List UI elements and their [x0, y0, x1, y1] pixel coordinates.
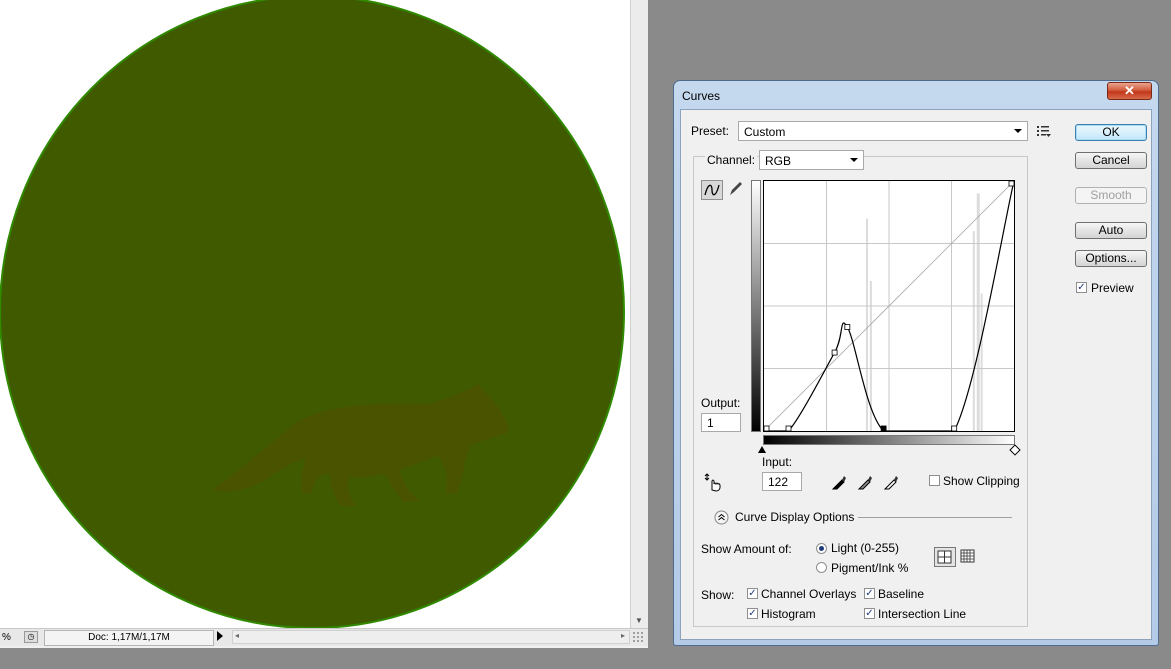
document-canvas[interactable] — [0, 0, 630, 628]
scroll-right-icon[interactable]: ▸ — [621, 631, 625, 640]
ok-button[interactable]: OK — [1075, 124, 1147, 141]
status-bar: % ◷ Doc: 1,17M/1,17M ◂ ▸ — [0, 628, 648, 646]
options-button[interactable]: Options... — [1075, 250, 1147, 267]
show-amount-label: Show Amount of: — [701, 542, 792, 556]
curve-control-point[interactable] — [880, 425, 887, 432]
preset-menu-icon[interactable] — [1036, 124, 1052, 138]
zoom-level[interactable]: % — [2, 632, 11, 643]
scroll-down-icon[interactable]: ▼ — [635, 616, 643, 625]
output-label: Output: — [701, 396, 741, 410]
channel-overlays-label[interactable]: Channel Overlays — [761, 587, 856, 601]
options-separator — [858, 517, 1012, 518]
baseline-label[interactable]: Baseline — [878, 587, 924, 601]
smooth-button: Smooth — [1075, 187, 1147, 204]
channel-overlays-checkbox[interactable]: ✓ — [747, 588, 758, 599]
preview-label[interactable]: Preview — [1091, 281, 1134, 295]
light-label[interactable]: Light (0-255) — [831, 541, 899, 555]
green-circle — [0, 0, 625, 628]
preview-checkbox[interactable]: ✓ — [1076, 282, 1087, 293]
histogram-bar — [976, 193, 980, 431]
horizontal-scrollbar[interactable]: ◂ ▸ — [232, 630, 630, 644]
curve-plot[interactable] — [763, 180, 1015, 432]
preset-value: Custom — [744, 125, 786, 139]
chevron-down-icon — [850, 158, 858, 162]
vertical-scrollbar[interactable]: ▼ — [630, 0, 648, 628]
detailed-grid-button[interactable] — [958, 547, 980, 567]
curve-control-point[interactable] — [951, 425, 958, 432]
gray-eyedropper-icon[interactable] — [855, 472, 875, 492]
pigment-label[interactable]: Pigment/Ink % — [831, 561, 908, 575]
curve-control-point[interactable] — [844, 324, 851, 330]
histogram-bar — [980, 293, 983, 431]
status-menu-arrow-icon[interactable] — [217, 631, 223, 641]
cancel-button[interactable]: Cancel — [1075, 152, 1147, 169]
channel-value: RGB — [765, 154, 792, 168]
show-clipping-label[interactable]: Show Clipping — [943, 474, 1020, 488]
pencil-icon — [730, 182, 742, 195]
collapse-options-icon[interactable] — [714, 510, 729, 525]
status-info-icon[interactable]: ◷ — [24, 631, 38, 643]
intersection-line-label[interactable]: Intersection Line — [878, 607, 966, 621]
baseline-checkbox[interactable]: ✓ — [864, 588, 875, 599]
auto-button[interactable]: Auto — [1075, 222, 1147, 239]
channel-label: Channel: — [705, 153, 758, 167]
input-label: Input: — [762, 455, 793, 469]
curve-display-options-label[interactable]: Curve Display Options — [735, 510, 854, 524]
curve-control-point[interactable] — [1008, 180, 1015, 187]
histogram-bar — [972, 231, 975, 431]
preset-dropdown[interactable]: Custom — [738, 121, 1028, 141]
curve-icon — [704, 184, 720, 196]
input-gradient-bar — [763, 435, 1015, 445]
close-button[interactable]: ✕ — [1107, 82, 1152, 100]
chevron-down-icon — [1014, 129, 1022, 133]
pencil-tool-button[interactable] — [725, 180, 747, 200]
input-field[interactable]: 122 — [762, 472, 802, 491]
curve-control-point[interactable] — [785, 425, 792, 432]
pigment-radio[interactable] — [816, 562, 827, 573]
document-window: ▼ % ◷ Doc: 1,17M/1,17M ◂ ▸ — [0, 0, 648, 648]
curve-graph[interactable] — [763, 180, 1015, 432]
curve-control-point[interactable] — [831, 349, 838, 356]
simple-grid-button[interactable] — [934, 547, 956, 567]
histogram — [865, 193, 983, 431]
canvas-artwork — [0, 0, 625, 628]
dialog-titlebar[interactable]: Curves ✕ — [674, 81, 1158, 108]
doc-size-info: Doc: 1,17M/1,17M — [44, 630, 214, 646]
curves-dialog: Curves ✕ Preset: Custom OK Cancel Smooth… — [673, 80, 1159, 646]
scroll-left-icon[interactable]: ◂ — [235, 631, 239, 640]
output-gradient-bar — [751, 180, 761, 432]
target-adjust-icon[interactable] — [703, 472, 725, 492]
show-label: Show: — [701, 588, 735, 602]
dialog-body: Preset: Custom OK Cancel Smooth Auto Opt… — [680, 109, 1152, 640]
output-field[interactable]: 1 — [701, 413, 741, 432]
dialog-title: Curves — [682, 89, 721, 103]
resize-grip-icon[interactable] — [632, 631, 644, 643]
channel-dropdown[interactable]: RGB — [759, 150, 864, 170]
preset-label: Preset: — [691, 124, 730, 138]
curve-control-point[interactable] — [763, 425, 770, 432]
histogram-checkbox[interactable]: ✓ — [747, 608, 758, 619]
grid-4-icon — [937, 550, 952, 564]
curve-tool-button[interactable] — [701, 180, 723, 200]
histogram-label[interactable]: Histogram — [761, 607, 816, 621]
white-eyedropper-icon[interactable] — [881, 472, 901, 492]
show-clipping-checkbox[interactable] — [929, 475, 940, 486]
intersection-line-checkbox[interactable]: ✓ — [864, 608, 875, 619]
black-eyedropper-icon[interactable] — [829, 472, 849, 492]
light-radio[interactable] — [816, 543, 827, 554]
black-point-slider[interactable] — [758, 446, 766, 453]
grid-10-icon — [960, 549, 975, 563]
